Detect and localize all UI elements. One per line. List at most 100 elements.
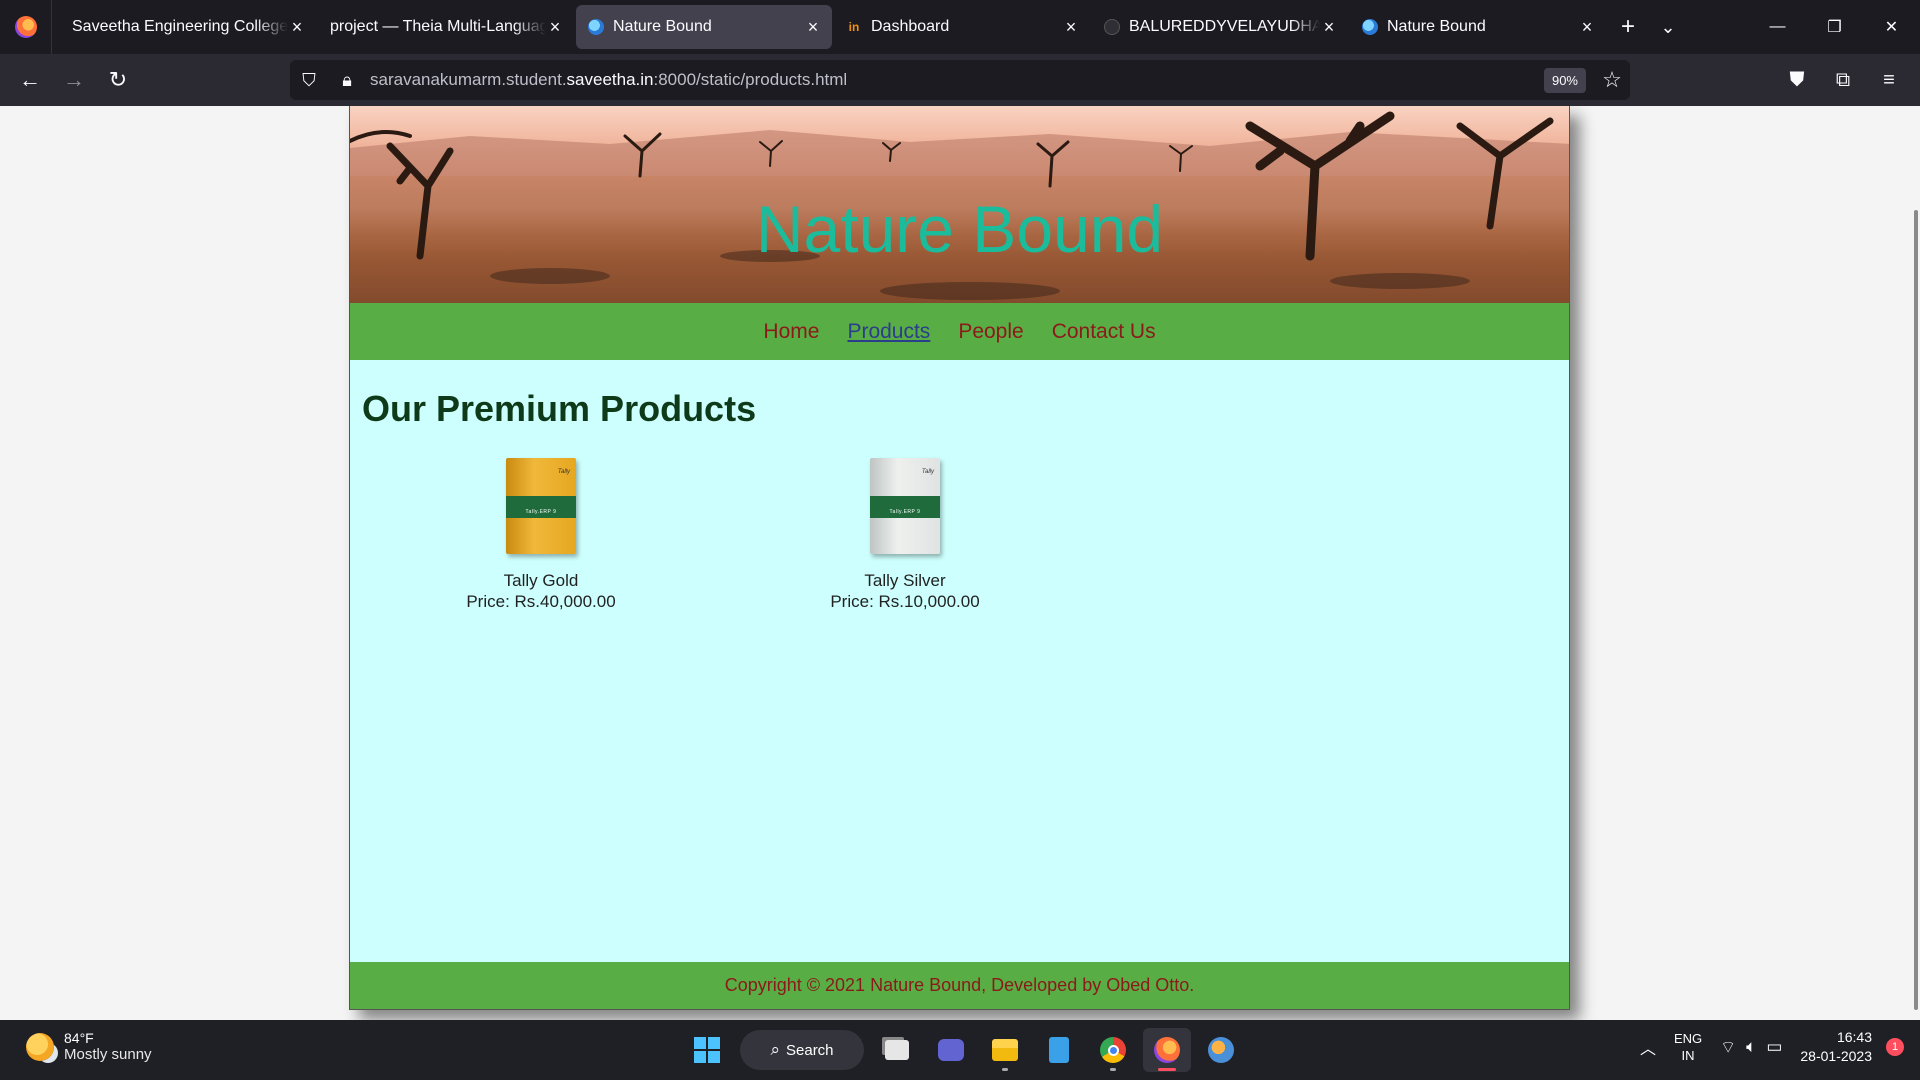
wifi-icon[interactable]: ⌔ xyxy=(1720,1037,1736,1058)
main-content: Our Premium Products Tally Tally.ERP 9 T… xyxy=(350,360,1569,963)
restore-icon[interactable]: ❐ xyxy=(1806,0,1863,54)
notepad-icon xyxy=(1049,1037,1069,1063)
tab-theia[interactable]: project — Theia Multi-Language × xyxy=(318,5,574,49)
close-icon[interactable]: × xyxy=(1062,17,1080,38)
box-band: Tally.ERP 9 xyxy=(506,496,576,518)
file-explorer-button[interactable] xyxy=(981,1028,1029,1072)
taskbar-apps: ⌕ Search xyxy=(680,1028,1248,1072)
clock-time: 16:43 xyxy=(1836,1029,1872,1045)
tab-github[interactable]: BALUREDDYVELAYUDHAMO × xyxy=(1092,5,1348,49)
tab-label: Nature Bound xyxy=(1387,18,1486,35)
task-view-button[interactable] xyxy=(873,1028,921,1072)
tally-logo: Tally xyxy=(921,469,934,475)
nav-home-link[interactable]: Home xyxy=(763,320,819,344)
new-tab-button[interactable]: + xyxy=(1608,7,1648,47)
tab-nature-bound[interactable]: Nature Bound × xyxy=(1350,5,1606,49)
site-footer: Copyright © 2021 Nature Bound, Developed… xyxy=(350,962,1569,1009)
hero-banner: Nature Bound xyxy=(350,106,1569,303)
extensions-icon[interactable]: ⧉ xyxy=(1820,60,1866,100)
shield-icon[interactable]: ⛉ xyxy=(290,70,328,91)
chevron-down-icon[interactable]: ⌄ xyxy=(1648,7,1688,47)
url-domain: saveetha.in xyxy=(566,70,654,89)
tally-gold-image[interactable]: Tally Tally.ERP 9 xyxy=(506,458,576,554)
scrollbar-thumb[interactable] xyxy=(1914,210,1918,1010)
tally-logo: Tally xyxy=(557,469,570,475)
reload-icon[interactable]: ↻ xyxy=(96,60,140,100)
menu-icon[interactable]: ≡ xyxy=(1866,60,1912,100)
search-icon: ⌕ xyxy=(770,1040,780,1059)
weather-desc: Mostly sunny xyxy=(64,1046,152,1063)
box-label: Tally.ERP 9 xyxy=(525,509,557,515)
chevron-up-icon[interactable]: ︿ xyxy=(1640,1035,1656,1059)
close-icon[interactable]: × xyxy=(804,17,822,38)
tab-label: Nature Bound xyxy=(613,18,712,35)
footer-text: Copyright © 2021 Nature Bound, Developed… xyxy=(724,975,1195,995)
close-icon[interactable]: × xyxy=(288,17,306,38)
firefox-button[interactable] xyxy=(1143,1028,1191,1072)
product-price: Price: Rs.40,000.00 xyxy=(466,592,616,611)
browser-app-button[interactable] xyxy=(1197,1028,1245,1072)
tab-nature-bound-active[interactable]: Nature Bound × xyxy=(576,5,832,49)
product-tally-silver[interactable]: Tally Tally.ERP 9 Tally Silver Price: Rs… xyxy=(785,458,1025,612)
tab-label: BALUREDDYVELAYUDHAMO xyxy=(1129,18,1320,35)
pocket-icon[interactable]: ⛊ xyxy=(1774,60,1820,100)
forward-icon[interactable]: → xyxy=(52,60,96,100)
zoom-indicator[interactable]: 90% xyxy=(1543,67,1586,93)
tab-dashboard[interactable]: in Dashboard × xyxy=(834,5,1090,49)
notification-badge[interactable]: 1 xyxy=(1886,1038,1904,1056)
minimize-icon[interactable]: — xyxy=(1749,0,1806,54)
site-container: Nature Bound Home Products People Contac… xyxy=(349,106,1570,1010)
language-indicator[interactable]: ENG IN xyxy=(1674,1030,1702,1064)
close-window-icon[interactable]: ✕ xyxy=(1863,0,1920,54)
weather-widget[interactable]: 84°F Mostly sunny xyxy=(26,1030,152,1063)
region-code: IN xyxy=(1681,1048,1695,1063)
bookmark-star-icon[interactable]: ☆ xyxy=(1594,67,1630,93)
clock[interactable]: 16:43 28-01-2023 xyxy=(1800,1028,1872,1066)
tab-strip: Saveetha Engineering College × project —… xyxy=(52,0,1688,54)
firefox-view-button[interactable] xyxy=(0,0,52,54)
globe-app-icon xyxy=(1208,1037,1234,1063)
page-heading: Our Premium Products xyxy=(362,388,757,429)
firefox-icon xyxy=(1154,1037,1180,1063)
product-price: Price: Rs.10,000.00 xyxy=(830,592,980,611)
tab-saveetha[interactable]: Saveetha Engineering College × xyxy=(60,5,316,49)
close-icon[interactable]: × xyxy=(1578,17,1596,38)
box-band: Tally.ERP 9 xyxy=(870,496,940,518)
globe-icon xyxy=(588,19,604,35)
close-icon[interactable]: × xyxy=(1320,17,1338,38)
teams-chat-button[interactable] xyxy=(927,1028,975,1072)
page-viewport: Nature Bound Home Products People Contac… xyxy=(0,106,1920,1020)
nav-contact-link[interactable]: Contact Us xyxy=(1052,320,1156,344)
close-icon[interactable]: × xyxy=(546,17,564,38)
tab-label: Saveetha Engineering College xyxy=(72,18,288,35)
nav-people-link[interactable]: People xyxy=(958,320,1023,344)
chrome-icon xyxy=(1100,1037,1126,1063)
notepad-button[interactable] xyxy=(1035,1028,1083,1072)
window-controls: — ❐ ✕ xyxy=(1749,0,1920,54)
url-text[interactable]: saravanakumarm.student.saveetha.in:8000/… xyxy=(366,70,1544,90)
globe-icon xyxy=(1362,19,1378,35)
site-nav: Home Products People Contact Us xyxy=(350,303,1569,360)
chrome-button[interactable] xyxy=(1089,1028,1137,1072)
battery-icon[interactable]: ▭ xyxy=(1766,1037,1782,1057)
page-scrollbar[interactable] xyxy=(1908,106,1920,1020)
url-prefix: saravanakumarm.student. xyxy=(370,70,567,89)
navigation-toolbar: ← → ↻ ⛉ 🔒︎ saravanakumarm.student.saveet… xyxy=(0,54,1920,106)
url-suffix: :8000/static/products.html xyxy=(653,70,848,89)
folder-icon xyxy=(992,1039,1018,1061)
site-title: Nature Bound xyxy=(755,192,1164,266)
address-bar[interactable]: ⛉ 🔒︎ saravanakumarm.student.saveetha.in:… xyxy=(290,60,1630,100)
search-label: Search xyxy=(786,1041,834,1059)
clock-date: 28-01-2023 xyxy=(1800,1048,1872,1064)
start-button[interactable] xyxy=(683,1028,731,1072)
tally-silver-image[interactable]: Tally Tally.ERP 9 xyxy=(870,458,940,554)
chat-icon xyxy=(938,1039,964,1061)
system-tray: ︿ ENG IN ⌔ 🔈︎ ▭ 16:43 28-01-2023 1 xyxy=(1640,1028,1904,1066)
lock-icon[interactable]: 🔒︎ xyxy=(328,70,366,91)
taskbar-search[interactable]: ⌕ Search xyxy=(740,1030,864,1070)
product-tally-gold[interactable]: Tally Tally.ERP 9 Tally Gold Price: Rs.4… xyxy=(421,458,661,612)
nav-products-link[interactable]: Products xyxy=(847,320,930,344)
back-icon[interactable]: ← xyxy=(8,60,52,100)
windows-icon xyxy=(694,1037,720,1063)
volume-icon[interactable]: 🔈︎ xyxy=(1746,1037,1756,1057)
